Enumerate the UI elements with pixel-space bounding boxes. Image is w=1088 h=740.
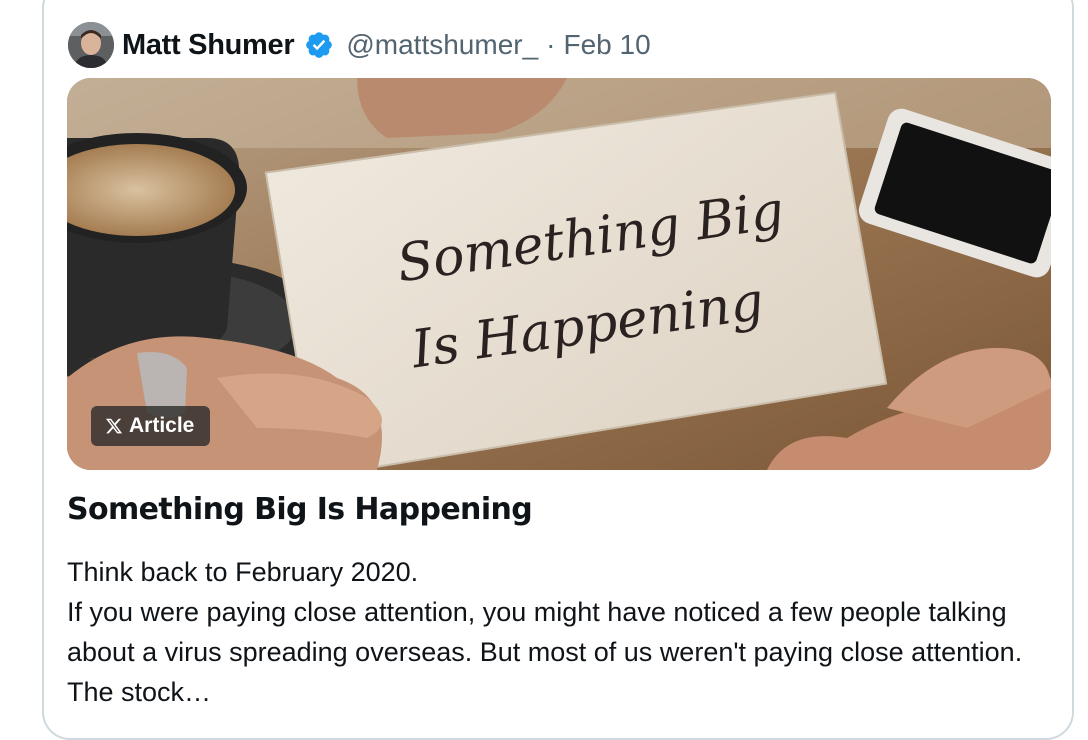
verified-badge-icon xyxy=(304,30,334,60)
tweet-header: Matt Shumer @mattshumer_ · Feb 10 xyxy=(68,20,651,70)
article-title[interactable]: Something Big Is Happening xyxy=(67,492,533,527)
article-preview[interactable]: Think back to February 2020. If you were… xyxy=(67,552,1057,712)
article-badge-label: Article xyxy=(129,414,195,437)
post-date[interactable]: Feb 10 xyxy=(564,29,651,61)
article-preview-line2: If you were paying close attention, you … xyxy=(67,597,1023,707)
avatar[interactable] xyxy=(68,22,114,68)
author-handle[interactable]: @mattshumer_ xyxy=(346,29,538,61)
article-cover-image[interactable]: Something Big Is Happening Article xyxy=(67,78,1051,470)
author-name[interactable]: Matt Shumer xyxy=(122,29,295,62)
article-preview-line1: Think back to February 2020. xyxy=(67,557,419,587)
separator-dot: · xyxy=(546,29,556,60)
article-badge: Article xyxy=(91,406,211,446)
x-logo-icon xyxy=(105,417,123,435)
